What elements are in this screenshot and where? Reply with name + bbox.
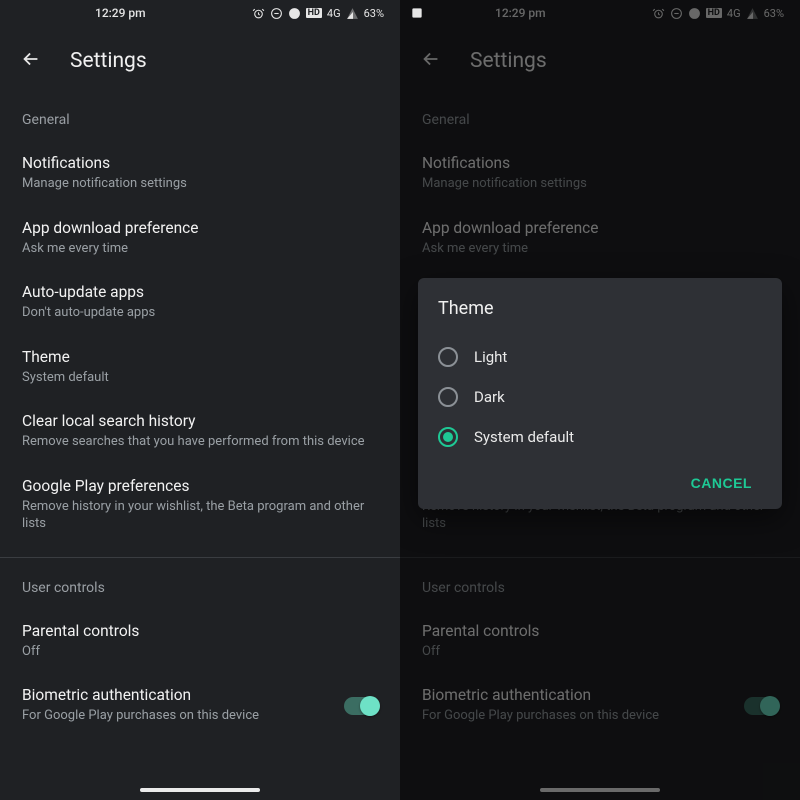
status-bar: 12:29 pm HD 4G 63% bbox=[0, 0, 400, 26]
radio-label: Light bbox=[474, 348, 507, 366]
row-auto-update[interactable]: Auto-update apps Don't auto-update apps bbox=[0, 271, 400, 336]
row-app-download[interactable]: App download preference Ask me every tim… bbox=[0, 207, 400, 272]
radio-dark[interactable]: Dark bbox=[438, 377, 762, 417]
dnd-icon bbox=[270, 7, 283, 20]
radio-icon-selected bbox=[438, 427, 458, 447]
radio-icon bbox=[438, 347, 458, 367]
toggle-thumb bbox=[360, 696, 380, 716]
radio-light[interactable]: Light bbox=[438, 337, 762, 377]
screenshot-icon bbox=[410, 5, 424, 24]
page-title: Settings bbox=[70, 49, 147, 73]
row-subtitle: Manage notification settings bbox=[22, 175, 378, 193]
arrow-left-icon bbox=[20, 48, 42, 70]
row-biometric[interactable]: Biometric authentication For Google Play… bbox=[0, 674, 400, 739]
biometric-toggle[interactable] bbox=[344, 697, 378, 715]
section-user-controls: User controls bbox=[0, 564, 400, 610]
section-general: General bbox=[0, 96, 400, 142]
row-theme[interactable]: Theme System default bbox=[0, 336, 400, 401]
radio-label: System default bbox=[474, 428, 574, 446]
signal-icon bbox=[346, 7, 359, 20]
row-subtitle: Don't auto-update apps bbox=[22, 304, 378, 322]
row-subtitle: Off bbox=[22, 643, 378, 661]
row-notifications[interactable]: Notifications Manage notification settin… bbox=[0, 142, 400, 207]
row-title: Clear local search history bbox=[22, 412, 378, 430]
alarm-icon bbox=[252, 7, 265, 20]
gesture-bar[interactable] bbox=[140, 788, 260, 792]
data-saver-icon bbox=[288, 7, 301, 20]
row-title: App download preference bbox=[22, 219, 378, 237]
row-subtitle: For Google Play purchases on this device bbox=[22, 707, 259, 725]
row-parental[interactable]: Parental controls Off bbox=[0, 610, 400, 675]
volte-icon: HD bbox=[306, 8, 322, 18]
row-subtitle: System default bbox=[22, 369, 378, 387]
row-title: Notifications bbox=[22, 154, 378, 172]
row-title: Theme bbox=[22, 348, 378, 366]
battery-label: 63% bbox=[364, 7, 384, 20]
radio-system-default[interactable]: System default bbox=[438, 417, 762, 457]
network-label: 4G bbox=[327, 7, 341, 20]
screen-settings: 12:29 pm HD 4G 63% Settings General Noti… bbox=[0, 0, 400, 800]
cancel-button[interactable]: CANCEL bbox=[681, 467, 762, 499]
back-button[interactable] bbox=[20, 48, 42, 74]
dialog-title: Theme bbox=[438, 298, 762, 319]
screen-settings-dialog: 12:29 pm HD 4G 63% Settings General Noti… bbox=[400, 0, 800, 800]
status-icons: HD 4G 63% bbox=[252, 7, 384, 20]
settings-list[interactable]: General Notifications Manage notificatio… bbox=[0, 96, 400, 739]
row-play-prefs[interactable]: Google Play preferences Remove history i… bbox=[0, 465, 400, 547]
row-clear-history[interactable]: Clear local search history Remove search… bbox=[0, 400, 400, 465]
row-title: Parental controls bbox=[22, 622, 378, 640]
theme-dialog: Theme Light Dark System default CANCEL bbox=[418, 278, 782, 509]
row-subtitle: Remove searches that you have performed … bbox=[22, 433, 378, 451]
row-subtitle: Ask me every time bbox=[22, 240, 378, 258]
row-subtitle: Remove history in your wishlist, the Bet… bbox=[22, 498, 378, 533]
radio-icon bbox=[438, 387, 458, 407]
row-title: Google Play preferences bbox=[22, 477, 378, 495]
radio-label: Dark bbox=[474, 388, 505, 406]
status-time: 12:29 pm bbox=[95, 6, 146, 20]
row-title: Biometric authentication bbox=[22, 686, 259, 704]
divider bbox=[0, 557, 400, 558]
row-title: Auto-update apps bbox=[22, 283, 378, 301]
dialog-actions: CANCEL bbox=[438, 457, 762, 499]
